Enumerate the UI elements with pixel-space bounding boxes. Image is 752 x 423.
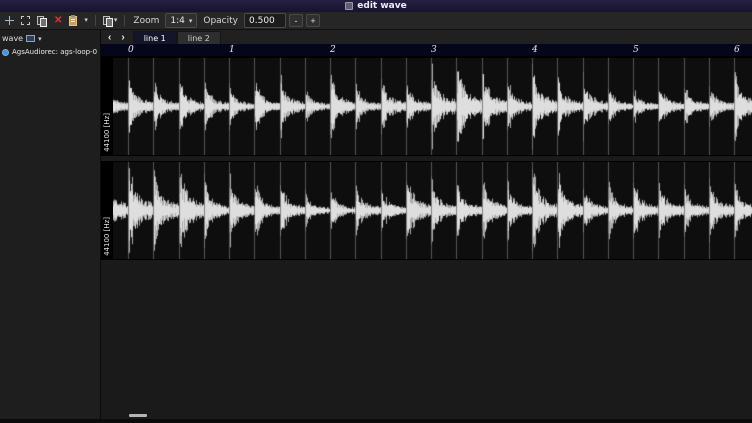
machine-enabled-radio-icon[interactable] [2, 49, 9, 56]
horizontal-scrollbar-handle[interactable] [129, 414, 147, 417]
ruler-tick: 4 [532, 44, 538, 56]
tool-menu-button[interactable]: ▾ [101, 15, 120, 27]
nav-row: ‹ › line 1 line 2 [101, 30, 752, 44]
ruler-tick: 2 [330, 44, 336, 56]
edit-wave-window: edit wave ✕ ▾ ▾ Zoom 1:4 ▾ Opacity 0.500… [0, 0, 752, 423]
ruler-tick: 0 [128, 44, 134, 56]
window-icon [345, 2, 353, 10]
sidebar-header: wave ▾ [0, 30, 100, 46]
opacity-value: 0.500 [249, 16, 275, 26]
cut-button[interactable]: ✕ [52, 15, 64, 27]
samplerate-label: 44100 [Hz] [103, 217, 111, 256]
paste-options-button[interactable]: ▾ [82, 16, 90, 26]
wave-toolbar: ✕ ▾ ▾ Zoom 1:4 ▾ Opacity 0.500 - + [0, 12, 752, 30]
waveform-canvas-1[interactable] [113, 162, 752, 259]
select-icon [21, 16, 30, 25]
zoom-combo[interactable]: 1:4 ▾ [165, 13, 197, 28]
line-tabs: line 1 line 2 [133, 30, 221, 44]
horizontal-scrollbar[interactable] [101, 412, 752, 419]
ruler-tick: 3 [431, 44, 437, 56]
waveform-canvas-0[interactable] [113, 58, 752, 155]
zoom-value: 1:4 [170, 16, 184, 26]
opacity-increment-button[interactable]: + [306, 14, 320, 27]
zoom-label: Zoom [133, 16, 159, 26]
samplerate-strip: 44100 [Hz] [101, 58, 113, 155]
machine-item[interactable]: AgsAudiorec: ags-loop-017 [0, 46, 100, 58]
ruler-tick: 6 [734, 44, 740, 56]
paste-options-caret-icon: ▾ [84, 17, 88, 25]
copy-button[interactable] [35, 15, 49, 27]
opacity-decrement-button[interactable]: - [289, 14, 303, 27]
wave-editor: ‹ › line 1 line 2 0 1 2 3 4 5 6 44100 [H… [101, 30, 752, 419]
tab-line-1[interactable]: line 1 [133, 31, 177, 44]
machine-item-label: AgsAudiorec: ags-loop-017 [12, 48, 98, 56]
wave-label: wave [2, 34, 23, 43]
select-button[interactable] [19, 15, 32, 26]
ruler-tick: 5 [633, 44, 639, 56]
samplerate-strip: 44100 [Hz] [101, 162, 113, 259]
nav-back-button[interactable]: ‹ [103, 31, 116, 44]
wave-channel-0: 44100 [Hz] [101, 57, 752, 156]
paste-button[interactable] [67, 15, 79, 27]
ruler-tick: 1 [229, 44, 235, 56]
paste-icon [69, 16, 77, 26]
nav-forward-button[interactable]: › [116, 31, 129, 44]
window-bottom-edge [0, 419, 752, 423]
machine-selector-caret-icon[interactable]: ▾ [38, 35, 42, 43]
opacity-label: Opacity [203, 16, 238, 26]
toolbar-separator [95, 15, 96, 26]
samplerate-label: 44100 [Hz] [103, 113, 111, 152]
tool-menu-caret-icon: ▾ [114, 17, 118, 25]
wave-sidebar: wave ▾ AgsAudiorec: ags-loop-017 [0, 30, 101, 419]
cut-icon: ✕ [54, 16, 62, 26]
content-area: wave ▾ AgsAudiorec: ags-loop-017 ‹ › lin… [0, 30, 752, 419]
copy-icon [37, 16, 47, 26]
tool-menu-icon [103, 16, 113, 26]
machine-selector-icon[interactable] [26, 35, 35, 42]
titlebar[interactable]: edit wave [0, 0, 752, 12]
toolbar-separator [124, 15, 125, 26]
window-title: edit wave [357, 0, 406, 12]
position-cursor-button[interactable] [3, 15, 16, 26]
position-cursor-icon [5, 16, 14, 25]
zoom-caret-icon: ▾ [189, 17, 193, 25]
wave-channel-1: 44100 [Hz] [101, 161, 752, 260]
timeline-ruler[interactable]: 0 1 2 3 4 5 6 [101, 44, 752, 57]
tab-line-2[interactable]: line 2 [177, 31, 221, 44]
opacity-input[interactable]: 0.500 [244, 13, 286, 28]
